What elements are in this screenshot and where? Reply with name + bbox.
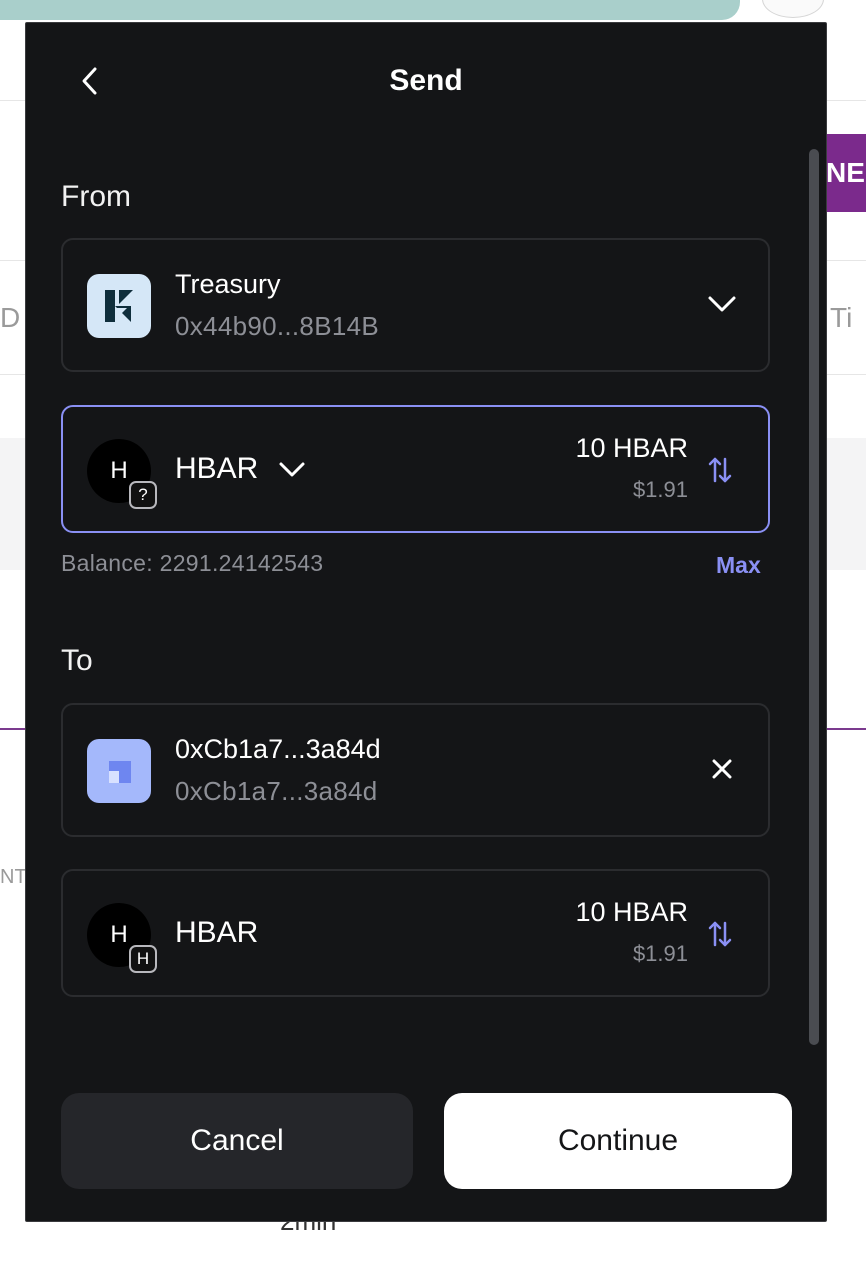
from-account-name: Treasury	[175, 269, 281, 299]
to-account-field[interactable]: 0xCb1a7...3a84d 0xCb1a7...3a84d	[61, 703, 770, 837]
treasury-logo-icon	[87, 274, 151, 338]
to-token-amount-field[interactable]: H H HBAR 10 HBAR $1.91	[61, 869, 770, 997]
cancel-button[interactable]: Cancel	[61, 1093, 413, 1189]
from-account-dropdown[interactable]	[704, 286, 740, 322]
from-label: From	[61, 180, 131, 213]
to-account-address: 0xCb1a7...3a84d	[175, 776, 378, 806]
background-text: NT	[0, 866, 27, 888]
swap-currency-button[interactable]	[706, 453, 734, 487]
modal-title: Send	[389, 64, 463, 97]
send-modal: Send From Treasury 0x44b90...8B14B H ? H…	[25, 22, 827, 1222]
clear-recipient-button[interactable]	[704, 751, 740, 787]
scrollbar[interactable]	[809, 149, 819, 1045]
swap-arrows-icon	[708, 457, 732, 483]
from-token-symbol: HBAR	[175, 452, 259, 485]
background-avatar	[762, 0, 824, 18]
background-text: D	[0, 302, 21, 333]
from-token-amount-field[interactable]: H ? HBAR 10 HBAR $1.91	[61, 405, 770, 533]
to-label: To	[61, 644, 93, 677]
swap-currency-button[interactable]	[706, 917, 734, 951]
token-network-badge: H	[129, 945, 157, 973]
chevron-down-icon	[279, 462, 305, 477]
close-icon	[712, 759, 732, 779]
recipient-logo-icon	[87, 739, 151, 803]
background-top-bar	[0, 0, 740, 20]
token-network-badge: ?	[129, 481, 157, 509]
continue-button[interactable]: Continue	[444, 1093, 792, 1189]
background-text: Ti	[830, 302, 853, 333]
from-account-address: 0x44b90...8B14B	[175, 311, 379, 341]
to-token-symbol: HBAR	[175, 916, 259, 949]
token-selector-button[interactable]	[275, 453, 309, 487]
chevron-down-icon	[708, 296, 736, 312]
from-token-fiat-value: $1.91	[632, 477, 688, 502]
from-account-selector[interactable]: Treasury 0x44b90...8B14B	[61, 238, 770, 372]
from-token-amount[interactable]: 10 HBAR	[575, 431, 688, 465]
to-account-name: 0xCb1a7...3a84d	[175, 734, 381, 764]
balance-text: Balance: 2291.24142543	[61, 550, 324, 576]
to-token-fiat-value: $1.91	[632, 941, 688, 966]
max-button[interactable]: Max	[716, 551, 761, 579]
to-token-amount[interactable]: 10 HBAR	[575, 895, 688, 929]
swap-arrows-icon	[708, 921, 732, 947]
